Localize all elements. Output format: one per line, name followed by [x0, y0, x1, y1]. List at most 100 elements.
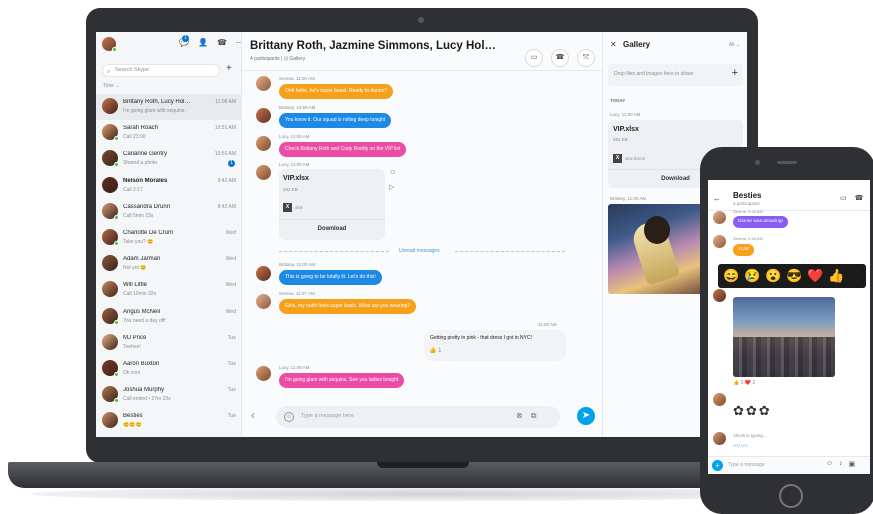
contact-time: 10:51 AM: [214, 125, 236, 132]
contact-row[interactable]: Sarah Roach Call 23:00 10:51 AM: [96, 120, 242, 146]
avatar[interactable]: [713, 289, 726, 302]
reaction-count[interactable]: 👍 1: [429, 347, 441, 354]
reaction-option[interactable]: 😮: [765, 268, 781, 284]
video-call-button[interactable]: ▭: [525, 49, 543, 67]
add-participant-button[interactable]: ⤲: [577, 49, 595, 67]
plus-icon[interactable]: +: [712, 460, 723, 471]
avatar: [102, 255, 118, 272]
contact-row[interactable]: Besties 😊😊😊 Tue: [96, 408, 242, 434]
avatar[interactable]: [713, 393, 726, 406]
send-button[interactable]: ➤: [577, 407, 595, 425]
sticker-message[interactable]: ✿✿✿: [733, 403, 772, 419]
file-type: xlsx Excel: [625, 156, 646, 161]
reaction-option[interactable]: 😎: [786, 268, 802, 284]
avatar[interactable]: [256, 108, 271, 123]
city-photo[interactable]: [733, 297, 835, 377]
message-meta: Serena, 11:07 AM: [279, 291, 315, 296]
back-arrow-icon[interactable]: ←: [713, 194, 721, 203]
avatar[interactable]: [713, 235, 726, 248]
contact-preview: Call 10min 32s: [123, 291, 157, 298]
drop-zone[interactable]: Drop files and images here to share +: [608, 64, 743, 86]
contact-row[interactable]: Nelson Morales Call 2:17 9:42 AM: [96, 173, 242, 199]
close-icon[interactable]: ✕: [610, 40, 617, 49]
emoji-icon[interactable]: ☺: [826, 460, 833, 468]
contact-time: 10:50 AM: [214, 151, 236, 158]
contact-row[interactable]: Adam Jarman Not yet 😊 Wed: [96, 251, 242, 277]
stage: 💬 👤 ☎ ⋯ 1 ⌕ Search Skype + Time ⌄ Britta…: [0, 0, 873, 514]
download-button[interactable]: Download: [279, 219, 385, 238]
contact-row[interactable]: Joshua Murphy Call ended • 27m 23s Tue: [96, 382, 242, 408]
avatar[interactable]: [256, 294, 271, 309]
chevron-left-icon[interactable]: ‹: [251, 408, 255, 422]
file-card[interactable]: VIP.xlsx 282 KB X xlsx Download: [279, 169, 385, 240]
outgoing-message[interactable]: Getting pretty in pink - that dress I go…: [424, 330, 566, 361]
photo-reactions[interactable]: 👍 3 ❤️ 2: [733, 380, 755, 386]
file-name: VIP.xlsx: [283, 175, 309, 182]
contact-preview: I'm going glam with sequins.: [123, 108, 186, 114]
reaction-option[interactable]: ❤️: [807, 268, 823, 284]
avatar[interactable]: [256, 165, 271, 180]
message-meta: Lucy, 11:00 AM: [279, 162, 310, 167]
message-input[interactable]: ☺ Type a message here ⊗ ⧉: [276, 406, 560, 428]
search-input[interactable]: ⌕ Search Skype: [102, 64, 220, 77]
new-chat-plus-icon[interactable]: +: [226, 63, 232, 74]
contact-row[interactable]: Brittany Roth, Lucy Hol… I'm going glam w…: [96, 94, 242, 121]
drop-zone-text: Drop files and images here to share: [614, 71, 694, 77]
message-meta: Serena, 9:45 AM: [733, 209, 763, 214]
dancing-photo[interactable]: [608, 204, 704, 294]
contact-row[interactable]: Aaron Buxton Ok cool Tue: [96, 356, 242, 382]
call-icon[interactable]: ☎: [855, 194, 864, 202]
message-bubble[interactable]: YUM: [733, 244, 754, 256]
presence-dot: [114, 162, 119, 168]
contact-row[interactable]: Angus McNeil You need a day off! Wed: [96, 304, 242, 330]
forward-icon[interactable]: ▷: [389, 183, 394, 191]
camera-icon[interactable]: ▣: [849, 460, 856, 468]
add-file-plus-icon[interactable]: +: [732, 67, 738, 79]
sort-dropdown[interactable]: Time ⌄: [103, 83, 120, 89]
file-type: xlsx: [295, 205, 303, 210]
message-bubble[interactable]: Girls, my outfit feels super basic. What…: [279, 299, 417, 314]
avatar[interactable]: [256, 366, 271, 381]
mic-icon[interactable]: ♪: [839, 460, 843, 468]
phone-home-button[interactable]: [779, 484, 803, 508]
message-bubble[interactable]: You know it. Our squad is rolling deep t…: [279, 113, 392, 128]
audio-call-button[interactable]: ☎: [551, 49, 569, 67]
call-icon[interactable]: ☎: [217, 38, 227, 47]
avatar[interactable]: [256, 266, 271, 281]
phone-message-input[interactable]: Type a message: [728, 462, 765, 468]
contact-name: Aaron Buxton: [123, 360, 160, 367]
chat-pane: Brittany Roth, Jazmine Simmons, Lucy Hol…: [242, 32, 602, 437]
gallery-filter[interactable]: All ⌄: [729, 42, 740, 48]
video-icon[interactable]: ▭: [840, 194, 847, 202]
contact-row[interactable]: Cassandra Drunn Call 5min 23s 8:42 AM: [96, 199, 242, 225]
laptop-screen: 💬 👤 ☎ ⋯ 1 ⌕ Search Skype + Time ⌄ Britta…: [96, 32, 747, 437]
header-divider: [242, 70, 602, 71]
file-meta: Lucy, 11:00 AM: [610, 112, 641, 117]
message-bubble[interactable]: This is going to be totally lit. Let's d…: [279, 270, 382, 285]
emoji-react-icon[interactable]: ☺: [389, 169, 396, 176]
contact-time: Tue: [227, 360, 236, 367]
avatar[interactable]: [256, 76, 271, 91]
contact-name: Cassandra Drunn: [123, 203, 171, 210]
message-bubble[interactable]: Ooh hehe, he's super boast. Ready to dan…: [279, 84, 393, 99]
message-bubble[interactable]: Check Brittany Roth and Cody Roddy on th…: [279, 142, 407, 157]
contact-row[interactable]: Carianne Gentry Shared a photo 10:50 AM 1: [96, 146, 242, 172]
message-bubble[interactable]: Dinner was amazing!: [733, 216, 788, 228]
contacts-icon[interactable]: 👤: [198, 38, 208, 47]
emoji-icon[interactable]: ☺: [284, 412, 294, 422]
message-bubble[interactable]: I'm going glam with sequins. See you lad…: [279, 373, 405, 388]
reaction-option[interactable]: 😢: [744, 268, 760, 284]
conversation-subtitle[interactable]: 4 participants | ⊡ Gallery: [250, 56, 305, 62]
contact-row[interactable]: Charlotte De Crum Take you? 😊 Wed: [96, 225, 242, 251]
phone-header-icons: ▭ ☎: [840, 194, 863, 202]
laptop-camera: [418, 17, 424, 23]
attach-file-icon[interactable]: ⧉: [531, 411, 537, 421]
contact-row[interactable]: Will Little Call 10min 32s Wed: [96, 277, 242, 303]
reaction-option[interactable]: 😄: [723, 268, 739, 284]
avatar[interactable]: [713, 211, 726, 224]
contact-row[interactable]: MJ Price Teehee! Tue: [96, 330, 242, 356]
avatar[interactable]: [256, 136, 271, 151]
add-icon[interactable]: ⊗: [516, 411, 523, 421]
reply-time: 11:08 AM: [538, 322, 557, 327]
reaction-option[interactable]: 👍: [828, 268, 844, 284]
